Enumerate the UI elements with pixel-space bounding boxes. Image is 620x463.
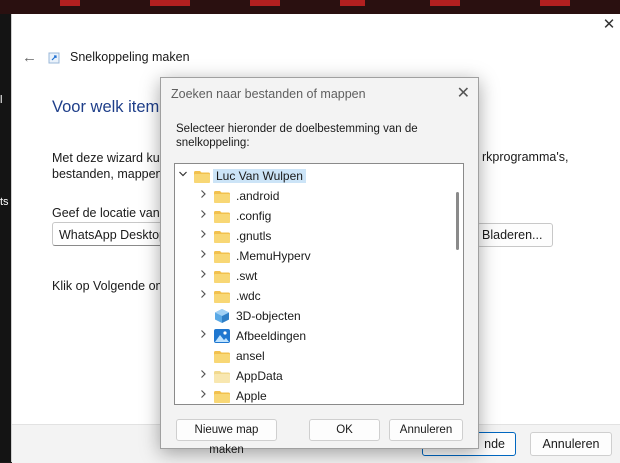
folder-light-icon [214,370,230,383]
background-text: ts [0,196,9,208]
folder-tree[interactable]: Luc Van Wulpen .android .config .gnutls .Mem… [174,163,464,405]
background-left-strip: l ts [0,14,11,462]
tree-item[interactable]: .swt [175,266,447,286]
tree-item[interactable]: Apple [175,386,447,404]
folder-icon [214,390,230,403]
chevron-right-icon[interactable] [198,269,208,283]
chevron-right-icon[interactable] [198,369,208,383]
dialog-close-button[interactable]: ✕ [457,83,470,103]
folder-icon [214,230,230,243]
chevron-right-icon[interactable] [198,389,208,403]
folder-icon [214,250,230,263]
wizard-title: Snelkoppeling maken [70,50,190,64]
tree-item-label: Luc Van Wulpen [213,169,306,183]
tree-item[interactable]: AppData [175,366,447,386]
location-label: Geef de locatie van h [52,206,171,220]
tree-item-label: .gnutls [236,229,272,243]
wizard-heading: Voor welk item w [52,98,176,116]
folder-icon [194,170,210,183]
folder-icon [214,270,230,283]
browse-button[interactable]: Bladeren... [477,223,553,247]
3d-objects-icon [214,309,230,323]
tree-item-label: Apple [236,389,267,403]
wizard-cancel-button[interactable]: Annuleren [530,432,612,456]
ok-button[interactable]: OK [309,419,380,441]
tree-item-label: ansel [236,349,265,363]
chevron-down-icon[interactable] [178,169,188,183]
tree-item-label: .MemuHyperv [236,249,311,263]
shortcut-icon [48,52,60,64]
chevron-right-icon[interactable] [198,329,208,343]
chevron-right-icon[interactable] [198,289,208,303]
wizard-close-button[interactable]: ✕ [601,16,617,34]
tree-item[interactable]: .gnutls [175,226,447,246]
folder-icon [214,350,230,363]
pictures-icon [214,329,230,343]
tree-item[interactable]: .MemuHyperv [175,246,447,266]
background-top-strip [0,0,620,14]
background-text: l [0,94,3,106]
tree-item[interactable]: Luc Van Wulpen [175,166,447,186]
tree-item[interactable]: .wdc [175,286,447,306]
folder-icon [214,210,230,223]
tree-item[interactable]: Afbeeldingen [175,326,447,346]
new-folder-button[interactable]: Nieuwe map maken [176,419,277,456]
tree-item-label: .wdc [236,289,261,303]
tree-item-label: Afbeeldingen [236,329,307,343]
tree-item-label: AppData [236,369,283,383]
tree-item-label: .config [236,209,272,223]
tree-item-label: .swt [236,269,258,283]
tree-scrollbar[interactable] [456,192,459,250]
tree-item[interactable]: 3D-objecten [175,306,447,326]
tree-item[interactable]: .android [175,186,447,206]
chevron-right-icon[interactable] [198,229,208,243]
browse-folder-dialog: Zoeken naar bestanden of mappen ✕ Select… [160,77,479,456]
tree-item-label: 3D-objecten [236,309,301,323]
chevron-right-icon[interactable] [198,209,208,223]
next-hint-text: Klik op Volgende om [52,279,166,293]
dialog-instruction: Selecteer hieronder de doelbestemming va… [176,123,418,149]
description-line-right: rkprogramma's, [482,150,569,164]
folder-icon [214,190,230,203]
chevron-right-icon[interactable] [198,189,208,203]
folder-icon [214,290,230,303]
dialog-title: Zoeken naar bestanden of mappen [171,87,366,101]
tree-item[interactable]: ansel [175,346,447,366]
tree-item-label: .android [236,189,280,203]
chevron-right-icon[interactable] [198,249,208,263]
tree-item[interactable]: .config [175,206,447,226]
dialog-cancel-button[interactable]: Annuleren [389,419,463,441]
back-arrow-icon[interactable]: ← [22,49,37,66]
